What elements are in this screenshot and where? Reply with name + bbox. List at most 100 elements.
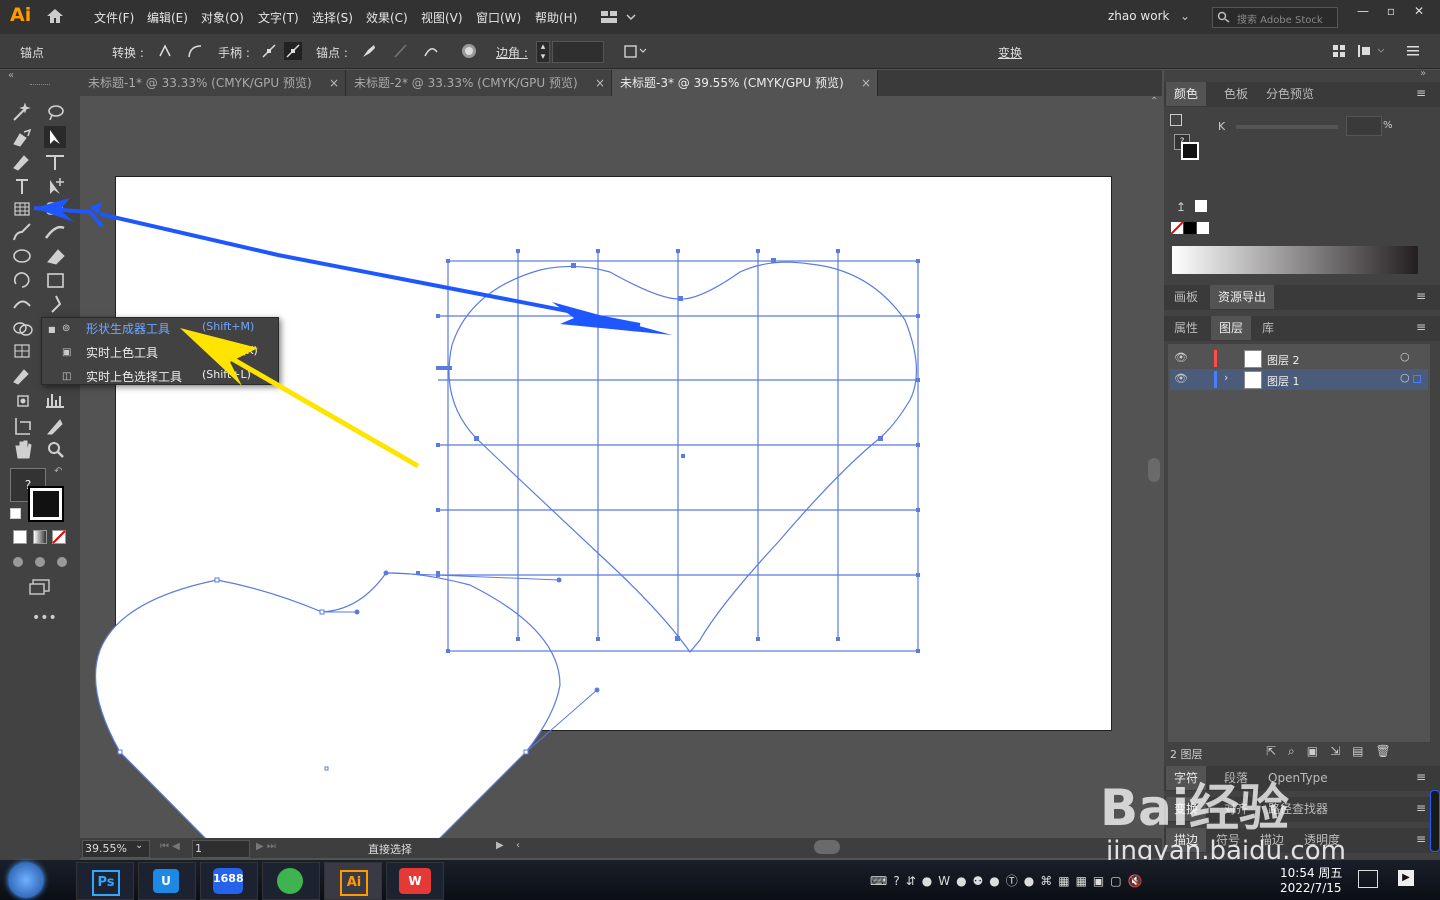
maximize-button[interactable]: ▫ (1380, 4, 1402, 20)
out-of-gamut-icon[interactable]: ↥ (1176, 200, 1186, 214)
isolate-icon[interactable] (460, 42, 478, 60)
stock-search-input[interactable]: 搜索 Adobe Stock (1212, 7, 1338, 28)
taskbar-browser[interactable] (262, 862, 320, 900)
eye-icon[interactable]: 👁 (1174, 372, 1188, 385)
menu-select[interactable]: 选择(S) (312, 9, 353, 26)
rectangular-grid[interactable] (438, 251, 919, 652)
menu-object[interactable]: 对象(O) (201, 9, 244, 26)
color-spectrum-bar[interactable] (1172, 246, 1418, 274)
gradient-mode-icon[interactable] (33, 530, 47, 544)
clock-date[interactable]: 2022/7/15 (1280, 881, 1342, 895)
menu-file[interactable]: 文件(F) (94, 9, 134, 26)
layer-row-1[interactable]: 👁 › 图层 1 ○ (1170, 369, 1428, 390)
collapse-icon[interactable]: « (8, 70, 14, 81)
first-page-icon[interactable]: ⏮ ◀ (160, 841, 180, 852)
arrange-documents-icon[interactable] (601, 10, 637, 24)
close-icon[interactable]: × (861, 70, 871, 96)
draw-mode-icons[interactable] (12, 554, 68, 570)
connect-anchor-icon[interactable] (392, 42, 410, 60)
panel-menu-icon[interactable]: ≡ (1416, 320, 1426, 334)
tab-doc-1[interactable]: 未标题-1* @ 33.33% (CMYK/GPU 预览) × (80, 70, 346, 96)
target-icon[interactable]: ○ (1400, 371, 1410, 384)
taskbar-1688[interactable]: 1688 (200, 862, 258, 900)
panel-menu-icon[interactable]: ≡ (1416, 770, 1426, 784)
remove-anchor-icon[interactable] (360, 42, 378, 60)
white-swatch-2[interactable] (1197, 222, 1209, 234)
default-colors-icon[interactable] (10, 508, 21, 519)
close-button[interactable]: ✕ (1408, 4, 1430, 20)
layer-row-2[interactable]: 👁 图层 2 ○ (1170, 348, 1428, 369)
swap-fill-stroke-icon[interactable]: ↶ (54, 466, 62, 477)
panel-menu-icon[interactable] (1404, 42, 1422, 60)
hide-handles-icon[interactable] (284, 42, 302, 60)
workspace-switcher[interactable]: zhao work (1108, 9, 1169, 23)
close-icon[interactable]: × (329, 70, 339, 96)
tab-doc-2[interactable]: 未标题-2* @ 33.33% (CMYK/GPU 预览) × (346, 70, 612, 96)
minimize-button[interactable]: — (1352, 4, 1374, 20)
page-input[interactable]: 1 (192, 840, 250, 858)
start-button[interactable] (8, 862, 44, 898)
black-swatch[interactable] (1184, 222, 1196, 234)
panel-menu-icon[interactable]: ≡ (1416, 832, 1426, 846)
notification-icon[interactable] (1358, 870, 1378, 888)
panel-menu-icon[interactable]: ≡ (1416, 801, 1426, 815)
tab-separations[interactable]: 分色预览 (1258, 82, 1322, 106)
taskbar-illustrator[interactable]: Ai (324, 862, 382, 900)
shape-options-icon[interactable] (622, 42, 648, 60)
layer-name[interactable]: 图层 2 (1267, 352, 1300, 368)
screen-mode-icon[interactable] (28, 578, 52, 596)
menu-help[interactable]: 帮助(H) (535, 9, 577, 26)
action-center-icon[interactable]: ▶ (1398, 870, 1414, 886)
tab-swatches[interactable]: 色板 (1216, 82, 1256, 106)
corner-input[interactable] (552, 41, 604, 63)
expand-panels-icon[interactable]: » (1420, 68, 1426, 79)
layer-actions-icons[interactable]: ⇱⌕▣⇲▤🗑 (1266, 744, 1403, 759)
tab-color[interactable]: 颜色 (1166, 82, 1207, 106)
panel-scrollbar[interactable] (1430, 790, 1440, 852)
grip-handle[interactable] (30, 84, 50, 87)
default-fill-stroke-icon[interactable] (1170, 114, 1182, 126)
none-mode-icon[interactable] (52, 530, 66, 544)
tab-properties[interactable]: 属性 (1166, 316, 1206, 340)
next-page-icon[interactable]: ▶ ⏭ (256, 841, 276, 852)
color-mode-icon[interactable] (13, 530, 27, 544)
k-slider[interactable] (1236, 125, 1338, 129)
menu-effect[interactable]: 效果(C) (366, 9, 408, 26)
white-swatch[interactable] (1195, 200, 1207, 212)
tab-asset-export[interactable]: 资源导出 (1210, 285, 1275, 309)
chevron-down-icon[interactable]: ⌄ (1180, 9, 1190, 23)
panel-menu-icon[interactable]: ≡ (1416, 289, 1426, 303)
vertical-scrollbar-thumb[interactable] (1148, 458, 1160, 482)
menu-type[interactable]: 文字(T) (258, 9, 299, 26)
chevron-right-icon[interactable]: › (1224, 371, 1228, 384)
chevron-down-icon[interactable]: ⌄ (135, 840, 143, 851)
scroll-up-icon[interactable]: ⌃ (1150, 96, 1158, 107)
selection-indicator[interactable] (1413, 375, 1421, 383)
system-tray-icons[interactable]: ⌨?⇵●W●⚉●Ⓣ●⌘▦▦▣▢🔇 (870, 872, 1149, 889)
taskbar-photoshop[interactable]: Ps (76, 862, 134, 900)
transform-label[interactable]: 变换 (998, 44, 1022, 61)
convert-corner-icon[interactable] (156, 42, 174, 60)
more-tools-icon[interactable]: ••• (32, 610, 57, 626)
distribute-icon[interactable] (1356, 42, 1386, 60)
menu-window[interactable]: 窗口(W) (476, 9, 521, 26)
menu-view[interactable]: 视图(V) (421, 9, 463, 26)
tab-doc-3[interactable]: 未标题-3* @ 39.55% (CMYK/GPU 预览) × (612, 70, 878, 96)
convert-smooth-icon[interactable] (186, 42, 204, 60)
tool-icons[interactable] (10, 100, 70, 460)
show-handles-icon[interactable] (260, 42, 278, 60)
clock-time[interactable]: 10:54 周五 (1280, 864, 1342, 881)
tab-artboards[interactable]: 画板 (1166, 285, 1206, 309)
eye-icon[interactable]: 👁 (1174, 351, 1188, 364)
cut-path-icon[interactable] (422, 42, 440, 60)
status-menu-icon[interactable]: ▶ (496, 840, 504, 851)
scroll-left-icon[interactable]: ‹ (516, 840, 520, 851)
horizontal-scrollbar-thumb[interactable] (814, 840, 840, 854)
corner-stepper[interactable]: ▴ ▾ (536, 41, 550, 63)
heart-shape-lower[interactable] (94, 572, 561, 838)
home-icon[interactable] (46, 8, 64, 24)
tab-layers[interactable]: 图层 (1211, 316, 1252, 340)
none-swatch-icon[interactable] (1171, 222, 1183, 234)
panel-stroke-swatch[interactable] (1181, 142, 1199, 160)
arrange-icon[interactable] (1330, 42, 1348, 60)
